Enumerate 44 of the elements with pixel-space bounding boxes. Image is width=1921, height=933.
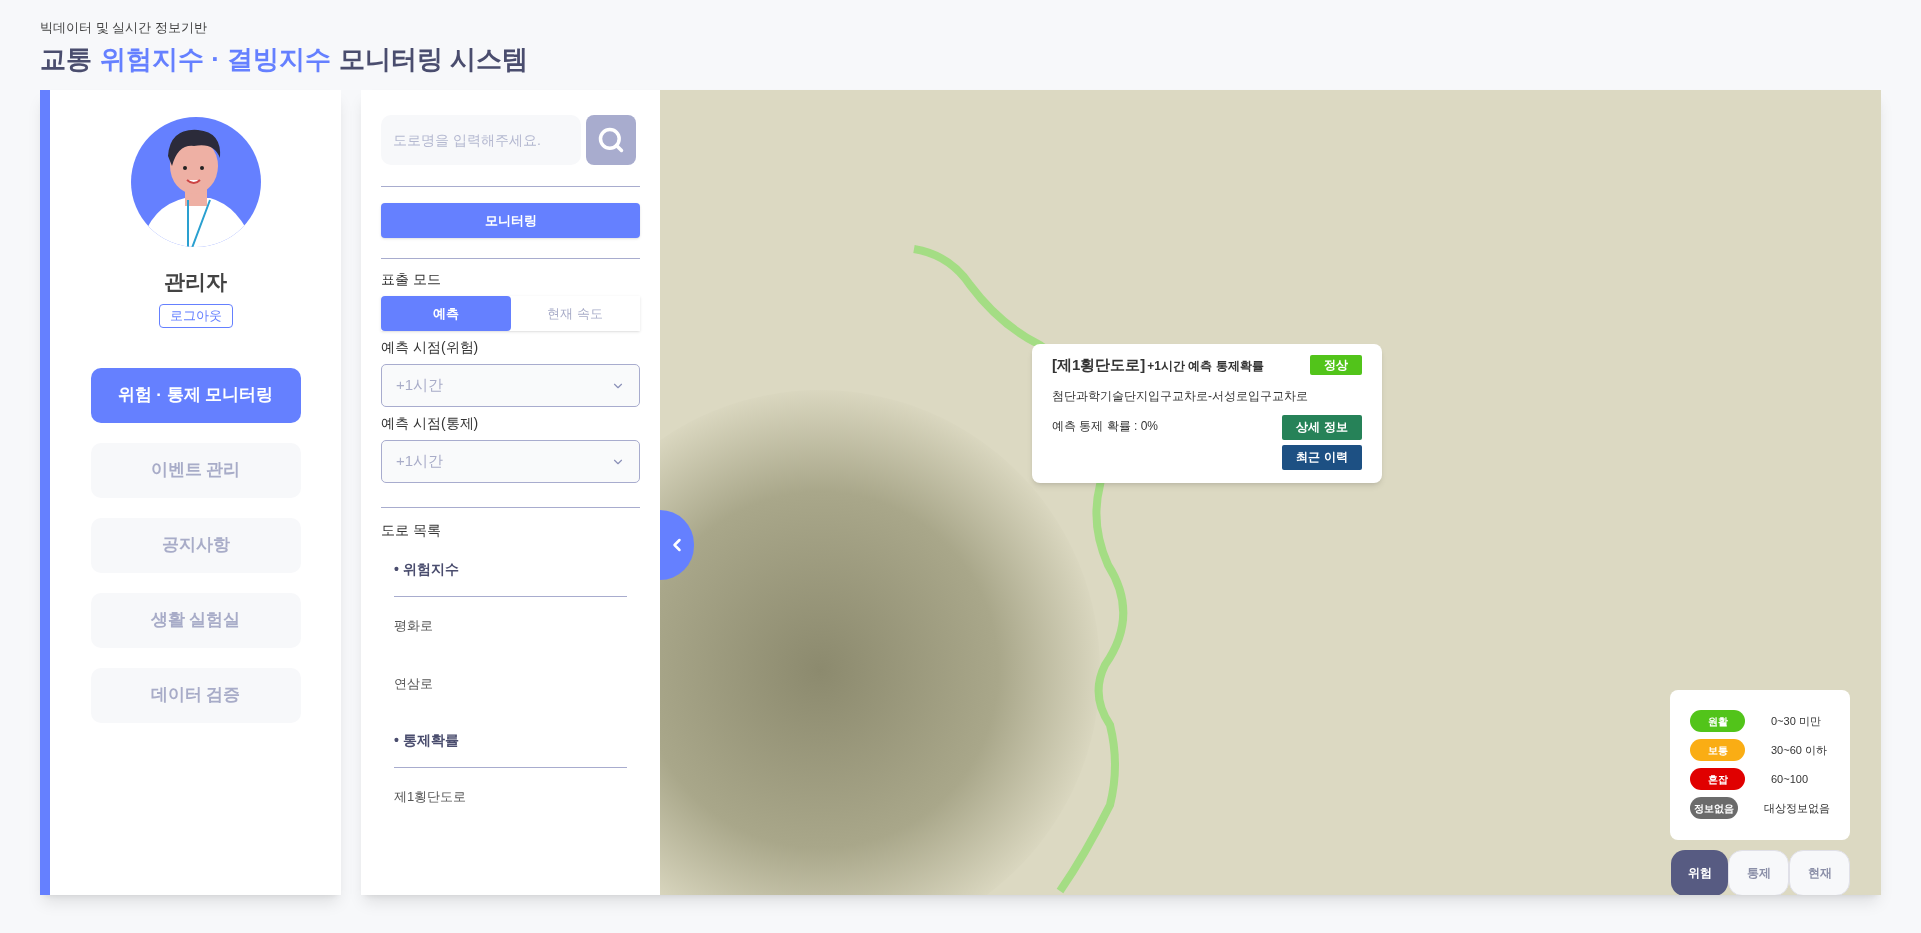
group-heading: • 위험지수 xyxy=(394,560,460,579)
popup-button[interactable]: 상세 정보 xyxy=(1282,414,1362,440)
legend-range: 60~100 xyxy=(1771,771,1808,787)
map-mode-tab[interactable]: 통제 xyxy=(1728,850,1789,895)
user-name: 관리자 xyxy=(164,269,227,295)
road-item[interactable]: 평화로 xyxy=(394,616,627,636)
legend-pill: 원활 xyxy=(1690,710,1745,732)
status-badge: 정상 xyxy=(1310,355,1362,376)
legend-pill: 혼잡 xyxy=(1690,768,1745,790)
time-select[interactable]: +1시간 xyxy=(381,364,640,407)
nav-item[interactable]: 공지사항 xyxy=(90,517,301,573)
field-label: 예측 시점(위험) xyxy=(381,338,480,357)
map-mode-tab[interactable]: 위험 xyxy=(1671,850,1728,895)
popup-button[interactable]: 최근 이력 xyxy=(1282,444,1362,470)
nav-item[interactable]: 이벤트 관리 xyxy=(90,442,301,498)
time-select[interactable]: +1시간 xyxy=(381,440,640,483)
search-icon xyxy=(597,126,625,154)
section-label: 도로 목록 xyxy=(381,521,442,540)
legend-range: 30~60 이하 xyxy=(1771,742,1827,758)
page-title: 교통 위험지수 · 결빙지수 모니터링 시스템 xyxy=(40,42,530,76)
probability-text: 예측 통제 확률 : 0% xyxy=(1052,417,1158,435)
map-mode-tab[interactable]: 현재 xyxy=(1789,850,1850,895)
monitoring-button[interactable]: 모니터링 xyxy=(381,203,640,238)
popup-title: [제1횡단도로] xyxy=(1052,355,1146,375)
road-item[interactable]: 연삼로 xyxy=(394,673,627,693)
search-button[interactable] xyxy=(586,115,636,165)
nav-item[interactable]: 생활 실험실 xyxy=(90,592,301,648)
mode-tab[interactable]: 예측 xyxy=(381,296,511,331)
header-subtitle: 빅데이터 및 실시간 정보기반 xyxy=(40,19,208,37)
logout-button[interactable]: 로그아웃 xyxy=(158,303,233,328)
road-item[interactable]: 제1횡단도로 xyxy=(394,787,627,807)
section-label: 표출 모드 xyxy=(381,270,442,289)
nav-item[interactable]: 데이터 검증 xyxy=(90,667,301,723)
legend-range: 대상정보없음 xyxy=(1764,800,1830,816)
segment-text: 첨단과학기술단지입구교차로-서성로입구교차로 xyxy=(1052,387,1309,405)
legend-range: 0~30 미만 xyxy=(1771,713,1821,729)
legend-pill: 정보없음 xyxy=(1690,797,1738,819)
group-heading: • 통제확률 xyxy=(394,731,460,750)
mode-tab[interactable]: 현재 속도 xyxy=(510,296,640,331)
popup-subtitle: +1시간 예측 통제확률 xyxy=(1147,358,1264,375)
legend-pill: 보통 xyxy=(1690,739,1745,761)
field-label: 예측 시점(통제) xyxy=(381,414,480,433)
nav-item[interactable]: 위험 · 통제 모니터링 xyxy=(90,367,301,423)
search-field[interactable]: 도로명을 입력해주세요. xyxy=(381,115,581,165)
